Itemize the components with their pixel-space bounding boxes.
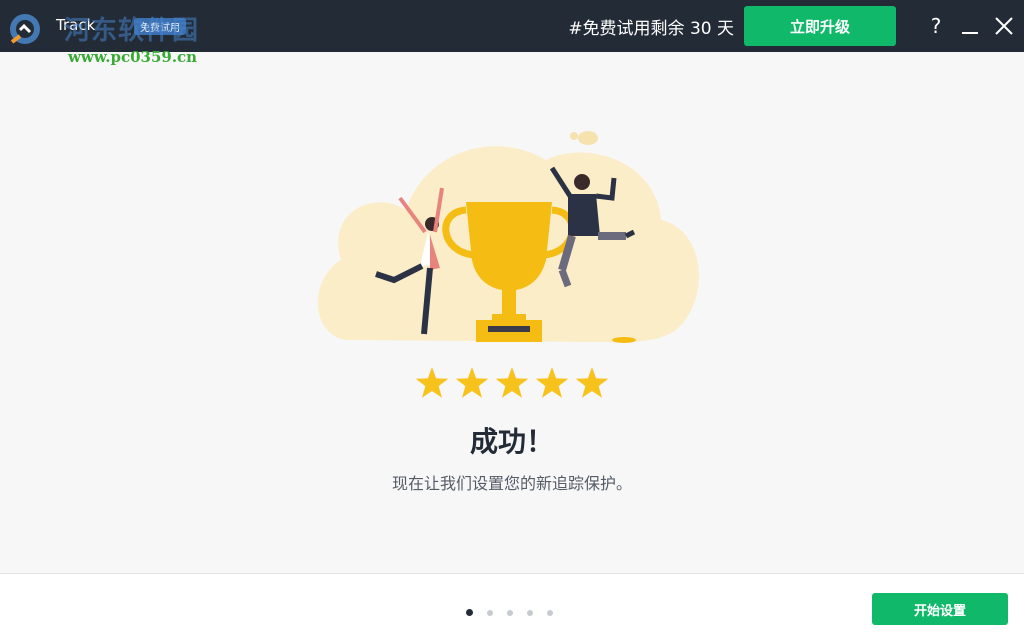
page-dot[interactable] — [527, 610, 533, 616]
trial-remaining-text: #免费试用剩余 30 天 — [568, 19, 734, 39]
help-icon[interactable]: ? — [922, 12, 950, 40]
page-dot[interactable] — [507, 610, 513, 616]
title-bar: Track 免费试用 河东软件园 #免费试用剩余 30 天 立即升级 ? — [0, 0, 1024, 52]
page-dot[interactable] — [487, 610, 493, 616]
star-icon — [415, 367, 449, 398]
watermark-url: www.pc0359.cn — [68, 48, 198, 66]
page-dot[interactable] — [466, 609, 473, 616]
rating-stars — [415, 367, 609, 398]
close-icon[interactable] — [990, 12, 1018, 40]
star-icon — [455, 367, 489, 398]
page-dot[interactable] — [547, 610, 553, 616]
app-logo-icon — [10, 14, 40, 44]
watermark-title: 河东软件园 — [64, 16, 200, 46]
star-icon — [575, 367, 609, 398]
trophy-celebration-illustration — [317, 131, 699, 343]
star-icon — [495, 367, 529, 398]
page-indicator — [466, 601, 567, 616]
star-icon — [535, 367, 569, 398]
start-setup-button[interactable]: 开始设置 — [872, 593, 1008, 625]
minimize-icon[interactable] — [956, 12, 984, 40]
success-title: 成功！ — [469, 425, 554, 458]
upgrade-button[interactable]: 立即升级 — [744, 6, 896, 46]
footer: 开始设置 — [0, 573, 1024, 641]
success-subtitle: 现在让我们设置您的新追踪保护。 — [391, 474, 632, 493]
